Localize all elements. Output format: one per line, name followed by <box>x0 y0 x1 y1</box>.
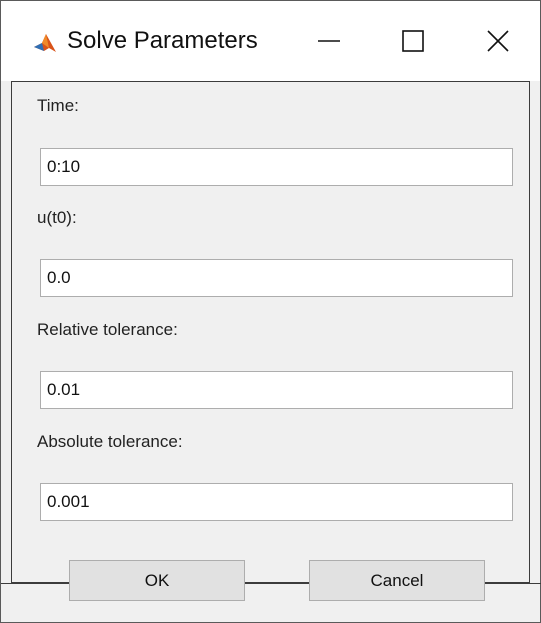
parameters-panel: Time: u(t0): Relative tolerance: Absolut… <box>11 81 530 583</box>
maximize-button[interactable] <box>371 1 455 81</box>
minimize-icon <box>318 40 340 42</box>
relative-tolerance-label: Relative tolerance: <box>37 320 178 339</box>
time-label: Time: <box>37 96 79 115</box>
time-field[interactable] <box>40 148 513 186</box>
title-bar[interactable]: Solve Parameters <box>1 1 540 81</box>
matlab-icon <box>32 30 58 56</box>
window-title: Solve Parameters <box>67 27 258 54</box>
relative-tolerance-field[interactable] <box>40 371 513 409</box>
absolute-tolerance-field[interactable] <box>40 483 513 521</box>
minimize-button[interactable] <box>287 1 371 81</box>
ok-button[interactable]: OK <box>69 560 245 601</box>
close-button[interactable] <box>456 1 540 81</box>
u0-label: u(t0): <box>37 208 77 227</box>
absolute-tolerance-label: Absolute tolerance: <box>37 432 183 451</box>
close-icon <box>487 30 509 52</box>
maximize-icon <box>402 30 424 52</box>
cancel-button[interactable]: Cancel <box>309 560 485 601</box>
u0-field[interactable] <box>40 259 513 297</box>
solve-parameters-dialog: Solve Parameters Time: u(t0): Relative t… <box>0 0 541 623</box>
